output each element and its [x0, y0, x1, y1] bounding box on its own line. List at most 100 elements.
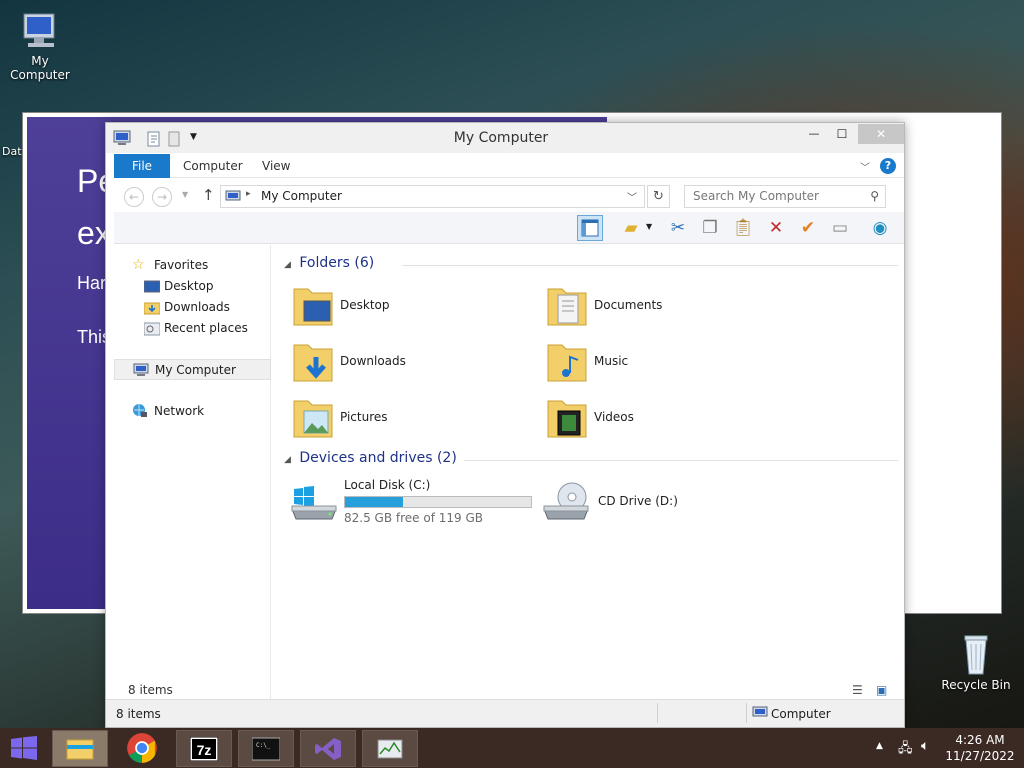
cd-drive-icon — [543, 482, 589, 520]
up-arrow-icon[interactable]: ↑ — [202, 186, 215, 204]
windows-drive-icon — [291, 486, 337, 520]
nav-my-computer[interactable]: My Computer — [114, 359, 271, 380]
downloads-folder-icon — [144, 302, 160, 315]
drive-c[interactable]: Local Disk (C:) 82.5 GB free of 119 GB — [284, 475, 544, 531]
breadcrumb-my-computer[interactable]: My Computer — [261, 189, 342, 203]
desktop-icon-partial[interactable]: Dat — [2, 144, 22, 158]
search-placeholder: Search My Computer — [693, 189, 819, 203]
devices-group-header[interactable]: ◢ Devices and drives (2) — [284, 450, 898, 466]
rename-icon[interactable]: ▭ — [827, 215, 853, 241]
delete-icon[interactable]: ✕ — [763, 215, 789, 241]
back-button[interactable]: ← — [124, 187, 144, 207]
close-button[interactable]: ✕ — [858, 124, 904, 144]
ribbon-tabs: File Computer View ﹀ ? — [114, 154, 904, 178]
folder-music[interactable]: Music — [538, 337, 768, 387]
star-icon: ☆ — [132, 257, 145, 273]
background-text-line3: Har — [77, 273, 107, 293]
explorer-window[interactable]: ▼ My Computer — ☐ ✕ File Computer View ﹀… — [105, 122, 905, 728]
copy-icon[interactable]: ❐ — [697, 215, 723, 241]
folder-documents[interactable]: Documents — [538, 281, 768, 331]
nav-label: Favorites — [154, 258, 209, 272]
computer-icon — [133, 363, 149, 376]
drive-d[interactable]: CD Drive (D:) — [538, 475, 768, 531]
status-items: 8 items — [116, 707, 161, 721]
nav-network[interactable]: Network — [114, 401, 271, 422]
nav-label: Desktop — [164, 279, 214, 293]
taskbar-visual-studio[interactable] — [300, 730, 356, 767]
folder-videos[interactable]: Videos — [538, 393, 768, 443]
taskbar-task-manager[interactable] — [362, 730, 418, 767]
search-icon[interactable]: ⚲ — [870, 186, 879, 207]
tab-file[interactable]: File — [114, 154, 170, 178]
shell-icon[interactable]: ◉ — [867, 215, 893, 241]
file-explorer-icon — [66, 739, 94, 760]
task-manager-icon — [377, 739, 403, 759]
folder-desktop[interactable]: Desktop — [284, 281, 514, 331]
properties-dropdown-icon[interactable]: ▼ — [646, 222, 652, 231]
properties-icon[interactable]: ▰ — [618, 215, 644, 241]
folder-downloads[interactable]: Downloads — [284, 337, 514, 387]
address-dropdown-icon[interactable]: ﹀ — [627, 189, 637, 204]
nav-label: Network — [154, 404, 205, 418]
help-button[interactable]: ? — [880, 158, 896, 174]
large-icons-view-icon[interactable]: ▣ — [876, 679, 887, 701]
clock[interactable]: 4:26 AM 11/27/2022 — [944, 732, 1016, 764]
minimize-button[interactable]: — — [800, 124, 828, 144]
maximize-button[interactable]: ☐ — [828, 124, 856, 144]
preview-pane-icon[interactable] — [577, 215, 603, 241]
taskbar-file-explorer[interactable] — [52, 730, 108, 767]
nav-recent-places[interactable]: Recent places — [114, 318, 271, 339]
show-hidden-icons-icon[interactable]: ▲ — [876, 741, 883, 751]
network-icon — [133, 404, 147, 417]
downloads-folder-icon — [293, 344, 333, 382]
forward-button[interactable]: → — [152, 187, 172, 207]
search-input[interactable]: Search My Computer ⚲ — [684, 185, 886, 208]
checkmark-icon[interactable]: ✔ — [795, 215, 821, 241]
start-button[interactable] — [10, 736, 38, 760]
network-tray-icon[interactable]: 🖧︎ — [898, 739, 913, 761]
desktop-icon-recycle-bin[interactable]: Recycle Bin — [940, 630, 1012, 692]
item-label: Desktop — [340, 298, 390, 312]
details-view-icon[interactable]: ☰ — [852, 679, 863, 701]
address-box[interactable]: ▸ My Computer ﹀ — [220, 185, 645, 208]
volume-icon[interactable]: 🔈︎ — [921, 738, 929, 754]
clock-date: 11/27/2022 — [945, 749, 1015, 763]
nav-favorites[interactable]: ☆ Favorites — [114, 255, 271, 276]
paste-icon[interactable]: 📋︎ — [730, 215, 756, 241]
pictures-folder-icon — [293, 400, 333, 438]
chrome-icon — [127, 733, 157, 763]
refresh-button[interactable]: ↻ — [647, 185, 670, 208]
taskbar-chrome[interactable] — [114, 730, 170, 767]
folder-pictures[interactable]: Pictures — [284, 393, 514, 443]
tab-computer[interactable]: Computer — [183, 154, 243, 178]
desktop-folder-icon — [293, 288, 333, 326]
cut-icon[interactable]: ✂ — [665, 215, 691, 241]
nav-label: Recent places — [164, 321, 248, 335]
nav-desktop[interactable]: Desktop — [114, 276, 271, 297]
recent-places-icon — [144, 322, 160, 336]
clock-time: 4:26 AM — [955, 733, 1005, 747]
title-bar[interactable]: ▼ My Computer — ☐ ✕ — [106, 123, 904, 153]
desktop-icon-label: My Computer — [10, 54, 70, 82]
breadcrumb-arrow-icon[interactable]: ▸ — [246, 189, 251, 199]
address-bar-row: ← → ▼ ↑ ▸ My Computer ﹀ ↻ Search My Comp… — [114, 178, 904, 212]
status-divider — [657, 703, 658, 723]
command-toolbar: ▰ ▼ ✂ ❐ 📋︎ ✕ ✔ ▭ ◉ — [114, 212, 904, 244]
taskbar-7zip[interactable]: 7z — [176, 730, 232, 767]
nav-downloads[interactable]: Downloads — [114, 297, 271, 318]
collapse-icon[interactable]: ◢ — [284, 260, 291, 270]
recent-locations-icon[interactable]: ▼ — [182, 190, 188, 199]
group-title: Folders (6) — [299, 255, 375, 271]
collapse-icon[interactable]: ◢ — [284, 455, 291, 465]
chevron-down-icon[interactable]: ﹀ — [860, 159, 870, 174]
desktop-icon-my-computer[interactable]: My Computer — [2, 10, 78, 82]
videos-folder-icon — [547, 400, 587, 438]
taskbar: 7z C:\_ ▲ 🖧︎ 🔈︎ 4:26 AM 11/27/2022 — [0, 728, 1024, 768]
svg-text:7z: 7z — [197, 742, 212, 758]
tab-view[interactable]: View — [262, 154, 290, 178]
computer-icon — [23, 13, 55, 47]
7zip-icon: 7z — [190, 737, 218, 761]
taskbar-cmd[interactable]: C:\_ — [238, 730, 294, 767]
folders-group-header[interactable]: ◢ Folders (6) — [284, 255, 898, 271]
computer-icon — [225, 190, 241, 201]
